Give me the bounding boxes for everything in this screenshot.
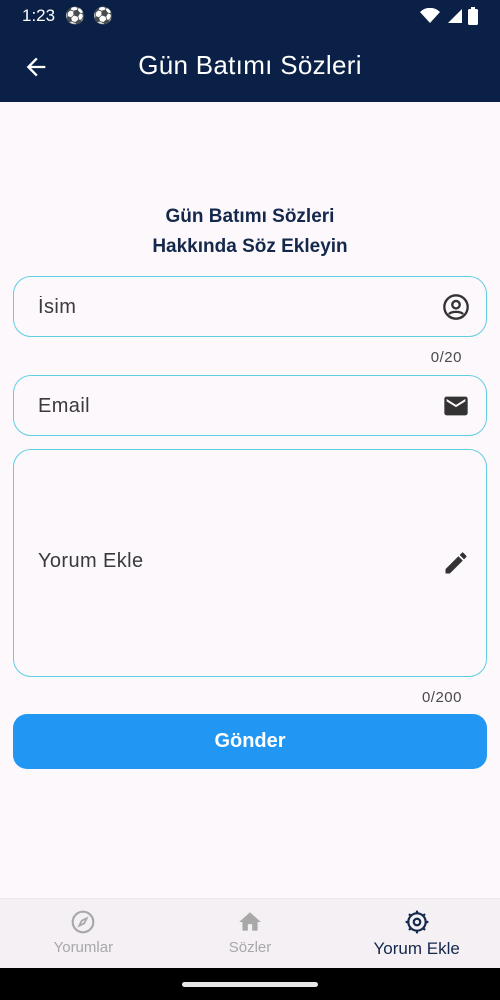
comment-counter: 0/200	[421, 689, 462, 706]
account-circle-icon	[443, 294, 469, 320]
nav-label: Sözler	[228, 939, 272, 956]
home-gesture-handle[interactable]	[182, 982, 318, 987]
form-heading-line1: Gün Batımı Sözleri	[165, 206, 335, 227]
nav-label: Yorum Ekle	[373, 939, 460, 958]
submit-button[interactable]: Gönder	[13, 714, 487, 769]
bottom-navigation: Yorumlar Sözler Yorum Ekle	[0, 898, 500, 968]
name-counter: 0/20	[430, 349, 462, 366]
system-nav-bar	[0, 968, 500, 1000]
compass-icon	[71, 910, 95, 934]
name-input[interactable]	[38, 294, 418, 320]
nav-item-yorum-ekle[interactable]: Yorum Ekle	[333, 899, 500, 968]
status-time: 1:23	[22, 6, 56, 25]
form-heading: Gün Batımı Sözleri Hakkında Söz Ekleyin	[0, 202, 500, 262]
soccer-ball-icon: ⚽	[65, 8, 86, 25]
email-field-container	[13, 375, 487, 436]
soccer-ball-icon: ⚽	[93, 8, 113, 25]
form-content: Gün Batımı Sözleri Hakkında Söz Ekleyin …	[0, 102, 500, 898]
status-bar: 1:23 ⚽ ⚽	[0, 0, 500, 32]
nav-label: Yorumlar	[53, 939, 114, 956]
comment-input[interactable]	[38, 550, 418, 580]
battery-icon	[468, 7, 478, 25]
gear-icon	[405, 910, 429, 934]
pencil-icon	[445, 552, 467, 574]
name-field-container	[13, 276, 487, 337]
email-input[interactable]	[38, 393, 418, 419]
nav-item-sozler[interactable]: Sözler	[167, 899, 334, 968]
nav-item-yorumlar[interactable]: Yorumlar	[0, 899, 167, 968]
form-heading-line2: Hakkında Söz Ekleyin	[152, 236, 348, 257]
mail-icon	[444, 396, 468, 416]
home-icon	[239, 912, 261, 931]
wifi-icon	[420, 8, 440, 23]
app-bar: Gün Batımı Sözleri	[0, 32, 500, 102]
comment-field-container	[13, 449, 487, 677]
signal-icon	[448, 9, 462, 23]
page-title: Gün Batımı Sözleri	[138, 50, 362, 80]
